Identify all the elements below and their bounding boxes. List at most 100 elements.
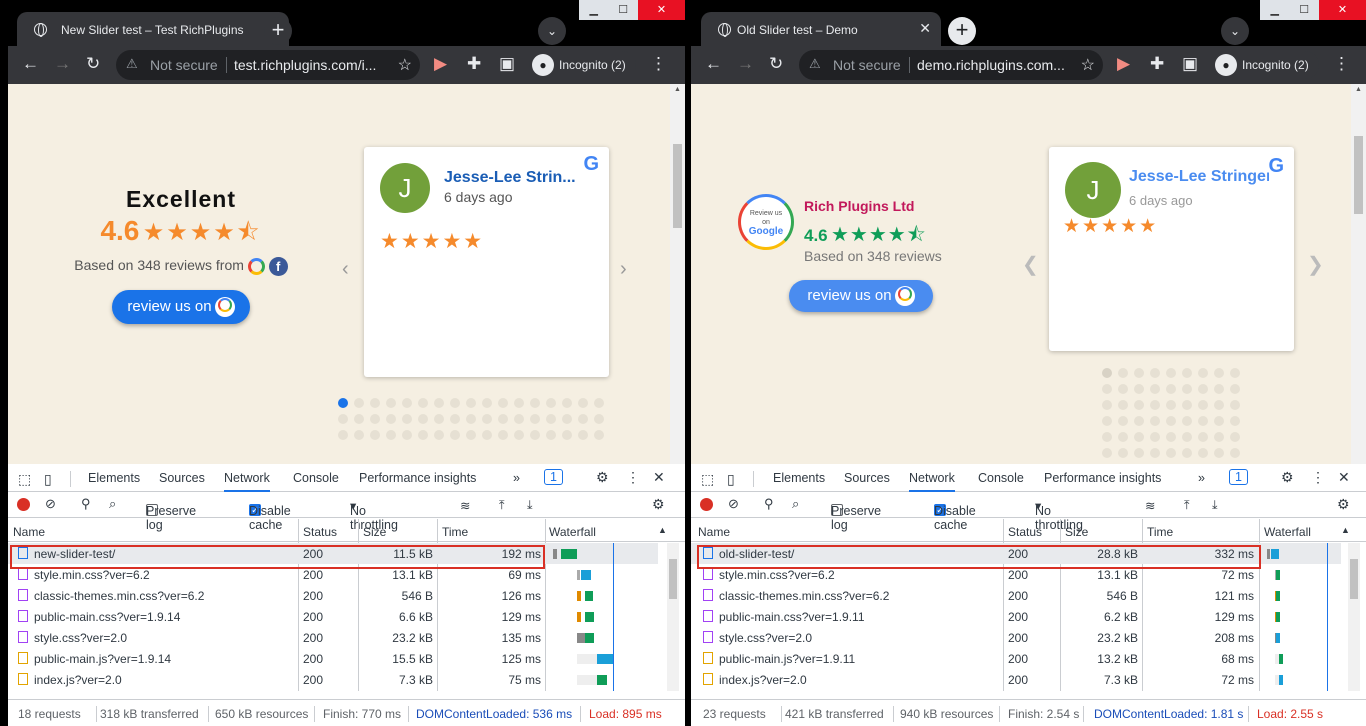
slider-dot[interactable] <box>530 430 540 440</box>
slider-dot[interactable] <box>1230 400 1240 410</box>
throttling-select[interactable]: No throttling ▾ <box>350 498 398 532</box>
slider-dot[interactable] <box>1134 368 1144 378</box>
slider-dot[interactable] <box>1150 432 1160 442</box>
device-icon[interactable]: ▯ <box>44 471 52 488</box>
col-waterfall[interactable]: Waterfall <box>549 525 596 539</box>
slider-dot[interactable] <box>498 430 508 440</box>
slider-prev-arrow[interactable]: ❮ <box>1022 252 1039 277</box>
settings-icon[interactable]: ⚙ <box>596 469 609 486</box>
wifi-icon[interactable]: ≋ <box>1145 498 1155 513</box>
upload-icon[interactable]: ⤒ <box>1184 498 1190 513</box>
slider-dot[interactable] <box>530 414 540 424</box>
slider-dot[interactable] <box>1166 384 1176 394</box>
clear-icon[interactable]: ⊘ <box>728 496 739 512</box>
slider-dot[interactable] <box>1118 384 1128 394</box>
slider-dot[interactable] <box>434 414 444 424</box>
maximize-button[interactable]: ☐ <box>1289 0 1318 20</box>
tab-sources[interactable]: Sources <box>159 471 205 485</box>
tab-search-button[interactable]: ⌄ <box>1221 17 1249 45</box>
slider-dot[interactable] <box>1214 448 1224 458</box>
slider-dot[interactable] <box>1166 432 1176 442</box>
puzzle-icon[interactable]: ✚ <box>1150 54 1164 74</box>
more-options-icon[interactable]: ⋮ <box>626 469 640 486</box>
slider-dot[interactable] <box>1134 400 1144 410</box>
col-time[interactable]: Time <box>442 525 468 539</box>
table-row[interactable]: public-main.js?ver=1.9.11 200 13.2 kB 68 ms <box>691 648 1341 669</box>
close-window-button[interactable]: ✕ <box>1318 0 1366 20</box>
slider-dot[interactable] <box>1198 448 1208 458</box>
slider-dot[interactable] <box>1150 448 1160 458</box>
slider-dot[interactable] <box>1214 400 1224 410</box>
slider-dot[interactable] <box>338 430 348 440</box>
slider-dot[interactable] <box>578 398 588 408</box>
slider-dot[interactable] <box>1166 400 1176 410</box>
slider-dot[interactable] <box>1134 448 1144 458</box>
slider-dot[interactable] <box>562 430 572 440</box>
slider-dot[interactable] <box>466 398 476 408</box>
slider-dot[interactable] <box>418 414 428 424</box>
slider-dot[interactable] <box>386 398 396 408</box>
slider-dot[interactable] <box>562 398 572 408</box>
table-scrollbar[interactable] <box>667 543 679 691</box>
clear-icon[interactable]: ⊘ <box>45 496 56 512</box>
minimize-button[interactable]: ▁ <box>579 0 608 20</box>
slider-dot[interactable] <box>338 398 348 408</box>
slider-dot[interactable] <box>1214 384 1224 394</box>
slider-dot[interactable] <box>1214 368 1224 378</box>
slider-dot[interactable] <box>546 414 556 424</box>
bookmark-star-icon[interactable]: ☆ <box>1081 55 1095 75</box>
upload-icon[interactable]: ⤒ <box>499 498 505 513</box>
tab-more[interactable]: » <box>1198 471 1205 485</box>
menu-icon[interactable]: ⋮ <box>650 54 667 74</box>
slider-dot[interactable] <box>450 414 460 424</box>
slider-dot[interactable] <box>402 398 412 408</box>
slider-dot[interactable] <box>1230 448 1240 458</box>
table-row[interactable]: style.css?ver=2.0 200 23.2 kB 135 ms <box>8 627 658 648</box>
slider-dot[interactable] <box>1102 432 1112 442</box>
tab-network[interactable]: Network <box>909 471 955 492</box>
review-us-button[interactable]: review us on <box>112 290 250 324</box>
slider-dot[interactable] <box>594 430 604 440</box>
tab-sources[interactable]: Sources <box>844 471 890 485</box>
forward-icon[interactable]: → <box>737 54 754 74</box>
filter-icon[interactable]: ⚲ <box>81 496 91 512</box>
browser-tab[interactable]: New Slider test – Test RichPlugins ✕ <box>17 12 289 46</box>
slider-dot[interactable] <box>546 430 556 440</box>
address-bar[interactable]: ⚠ Not secure demo.richplugins.com... ☆ <box>799 50 1103 80</box>
slider-dot[interactable] <box>1166 368 1176 378</box>
slider-dot[interactable] <box>1166 416 1176 426</box>
issues-badge[interactable]: 1 <box>1229 469 1248 485</box>
sidepanel-icon[interactable]: ▣ <box>499 54 515 74</box>
issues-badge[interactable]: 1 <box>544 469 563 485</box>
slider-dot[interactable] <box>418 398 428 408</box>
slider-dot[interactable] <box>1230 384 1240 394</box>
table-row[interactable]: classic-themes.min.css?ver=6.2 200 546 B 12… <box>8 585 658 606</box>
network-settings-icon[interactable]: ⚙ <box>652 496 665 513</box>
tab-elements[interactable]: Elements <box>773 471 825 485</box>
slider-dot[interactable] <box>450 398 460 408</box>
reload-icon[interactable]: ↻ <box>86 54 100 74</box>
slider-dot[interactable] <box>514 398 524 408</box>
slider-dot[interactable] <box>1150 368 1160 378</box>
slider-dot[interactable] <box>530 398 540 408</box>
forward-icon[interactable]: → <box>54 54 71 74</box>
slider-dot[interactable] <box>594 414 604 424</box>
col-time[interactable]: Time <box>1147 525 1173 539</box>
col-size[interactable]: Size <box>363 525 386 539</box>
table-row[interactable]: public-main.css?ver=1.9.11 200 6.2 kB 129 m… <box>691 606 1341 627</box>
slider-dot[interactable] <box>370 414 380 424</box>
extension-icon[interactable]: ▶ <box>1117 54 1130 74</box>
slider-dot[interactable] <box>482 414 492 424</box>
slider-dot[interactable] <box>1118 432 1128 442</box>
slider-prev-arrow[interactable]: ‹ <box>342 258 349 281</box>
slider-dot[interactable] <box>434 430 444 440</box>
slider-dot[interactable] <box>1182 400 1192 410</box>
slider-dot[interactable] <box>370 398 380 408</box>
sidepanel-icon[interactable]: ▣ <box>1182 54 1198 74</box>
slider-dot[interactable] <box>1198 432 1208 442</box>
slider-dot[interactable] <box>1102 384 1112 394</box>
slider-dot[interactable] <box>1198 416 1208 426</box>
back-icon[interactable]: ← <box>22 54 39 74</box>
tab-console[interactable]: Console <box>293 471 339 485</box>
slider-dot[interactable] <box>1166 448 1176 458</box>
